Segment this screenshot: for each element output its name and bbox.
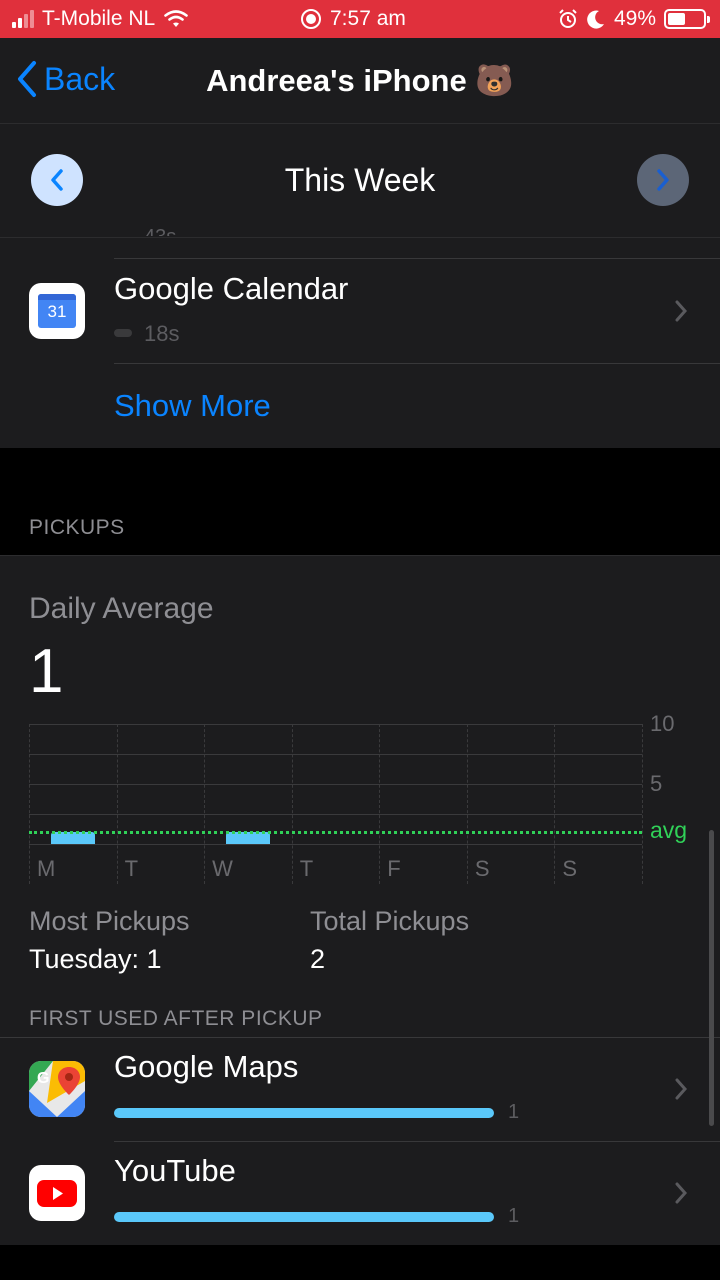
most-pickups-label: Most Pickups [29, 906, 190, 936]
youtube-icon [29, 1165, 85, 1221]
chevron-right-icon [657, 169, 669, 191]
total-pickups-label: Total Pickups [310, 906, 470, 936]
chart-x-tick-label: F [387, 856, 401, 881]
chart-average-label: avg [650, 817, 688, 843]
week-selector: This Week [0, 124, 720, 238]
do-not-disturb-moon-icon [587, 10, 604, 29]
divider [114, 363, 720, 364]
chart-gridline [29, 784, 642, 785]
carrier-label: T-Mobile NL [42, 7, 156, 30]
app-row-youtube[interactable]: YouTube 1 [0, 1141, 720, 1245]
chart-column-divider [379, 724, 381, 884]
page-title: Andreea's iPhone 🐻 [206, 63, 514, 98]
alarm-icon [559, 9, 577, 28]
pickup-count-bar [114, 1212, 494, 1222]
chevron-right-icon [675, 1182, 688, 1204]
week-title: This Week [284, 162, 436, 198]
app-row-google-calendar[interactable]: 31 Google Calendar 18s [0, 259, 720, 363]
chart-x-tick-label: T [124, 856, 139, 881]
chart-y-tick-label: 5 [650, 771, 663, 796]
status-bar: T-Mobile NL 7:57 am 49% [0, 0, 720, 38]
chart-gridline [29, 754, 642, 755]
pickup-count: 1 [508, 1101, 520, 1123]
battery-icon [664, 9, 710, 29]
calendar-day-number: 31 [47, 302, 67, 321]
chart-average-line [29, 831, 642, 834]
pickups-section-header: PICKUPS [29, 516, 125, 539]
usage-bar [114, 329, 132, 337]
chart-column-divider [554, 724, 556, 884]
chart-gridline [29, 844, 642, 845]
screen-recording-icon [301, 9, 321, 29]
cellular-signal-icon [12, 10, 34, 28]
usage-time: 18s [144, 321, 180, 346]
app-name: Google Maps [114, 1049, 299, 1084]
battery-percentage: 49% [613, 7, 656, 30]
pickups-card: Daily Average 1 10 5 avg M T W T F S S Most Picku… [0, 555, 720, 1245]
scroll-indicator[interactable] [709, 830, 714, 1126]
chart-column-divider [116, 724, 118, 884]
chart-x-tick-label: S [474, 856, 490, 881]
chart-x-tick-label: W [212, 856, 233, 881]
chart-gridline [29, 724, 642, 725]
pickup-count: 1 [508, 1205, 520, 1227]
app-name: YouTube [114, 1153, 236, 1188]
clock: 7:57 am [330, 7, 406, 30]
svg-text:G: G [37, 1070, 49, 1087]
app-name: Google Calendar [114, 271, 349, 306]
google-maps-icon: G [29, 1061, 85, 1117]
show-more-link[interactable]: Show More [114, 388, 271, 424]
navigation-bar: Back Andreea's iPhone 🐻 [0, 38, 720, 124]
chart-y-tick-label: 10 [650, 711, 675, 736]
chart-column-divider [29, 724, 30, 884]
chart-column-divider [291, 724, 293, 884]
most-used-card: 43s 31 Google Calendar 18s Show More [0, 226, 720, 448]
chevron-right-icon [675, 1078, 688, 1100]
partial-usage-value: 43s [144, 226, 176, 236]
next-week-button[interactable] [637, 154, 689, 206]
most-pickups-value: Tuesday: 1 [29, 944, 162, 974]
chart-gridline [29, 814, 642, 815]
chart-column-divider [466, 724, 468, 884]
app-row-google-maps[interactable]: G Google Maps 1 [0, 1037, 720, 1141]
chevron-right-icon [675, 300, 688, 322]
google-calendar-icon: 31 [29, 283, 85, 339]
pickups-chart: 10 5 avg M T W T F S S [0, 556, 720, 896]
chart-x-tick-label: M [37, 856, 56, 881]
chart-x-tick-label: S [562, 856, 578, 881]
wifi-icon [164, 10, 189, 27]
chart-column-divider [204, 724, 206, 884]
first-used-section-header: FIRST USED AFTER PICKUP [29, 1007, 323, 1030]
pickup-count-bar [114, 1108, 494, 1118]
total-pickups-value: 2 [310, 944, 326, 974]
chart-column-divider [642, 724, 643, 884]
chart-x-tick-label: T [299, 856, 314, 881]
